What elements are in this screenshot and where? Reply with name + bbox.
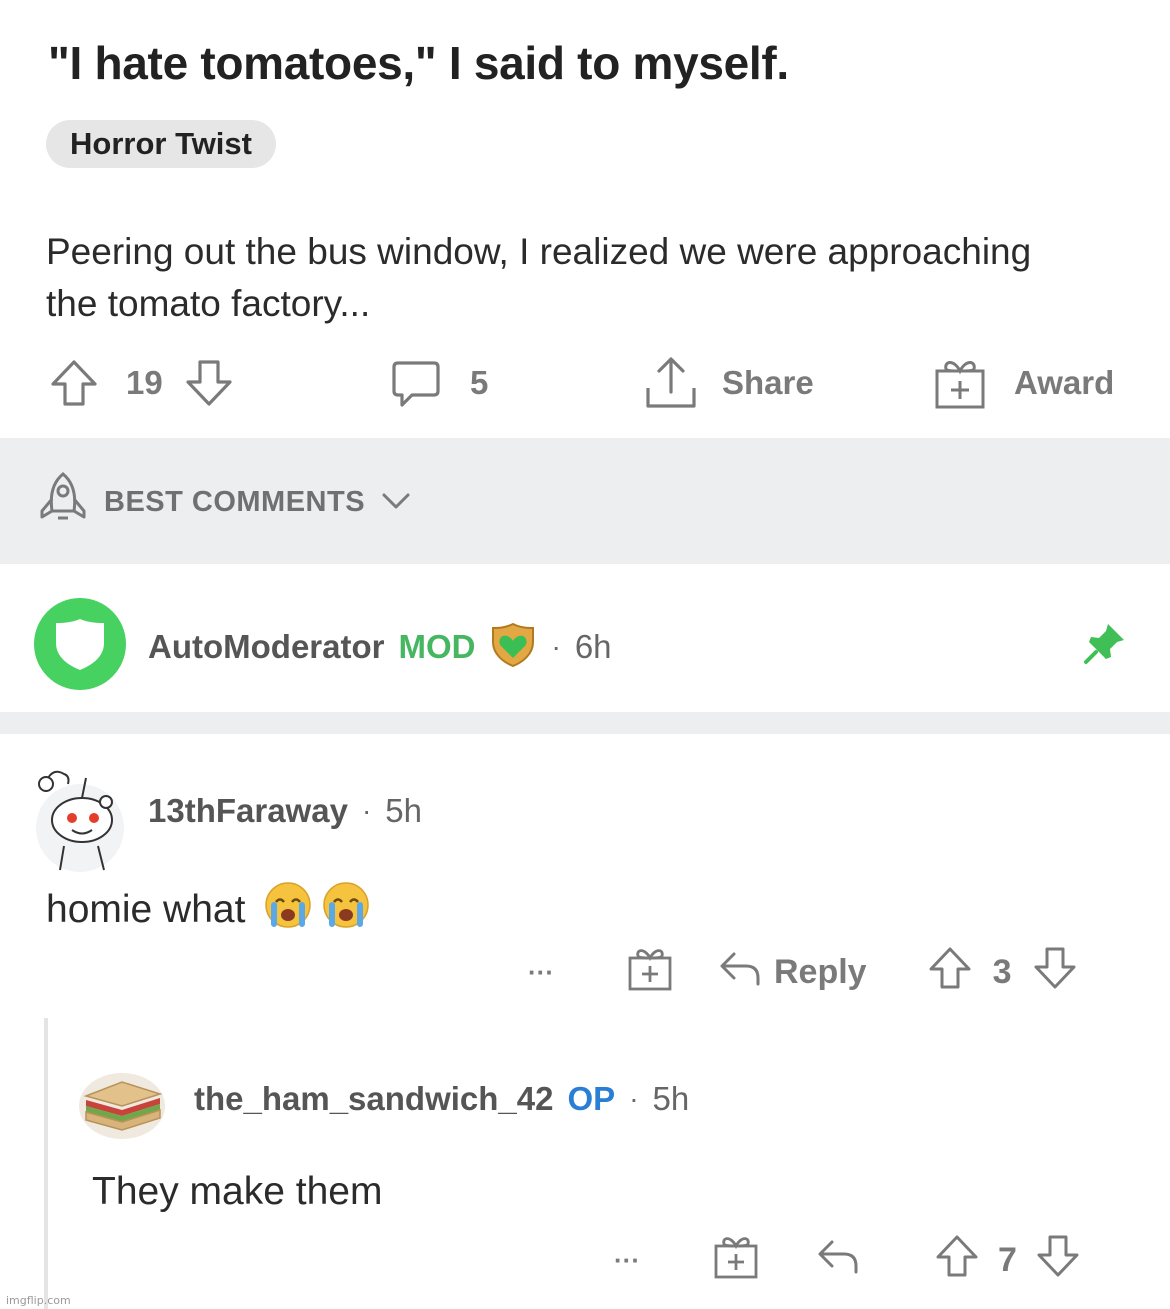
mod-badge-icon — [489, 620, 537, 673]
avatar[interactable] — [78, 1072, 166, 1140]
comment-time: 5h — [652, 1080, 690, 1117]
separator-dot: · — [361, 795, 372, 826]
rocket-icon — [34, 469, 92, 535]
comment-text: They make them — [92, 1170, 383, 1213]
separator-dot: · — [629, 1083, 639, 1114]
gift-icon[interactable] — [626, 944, 674, 1001]
comment-icon — [388, 355, 444, 411]
award-label: Award — [1014, 364, 1115, 401]
username[interactable]: the_ham_sandwich_42 — [194, 1080, 554, 1118]
post-vote-group: 19 — [48, 350, 235, 416]
pin-icon — [1082, 620, 1128, 671]
comment-automoderator[interactable]: AutoModerator MOD · 6h — [0, 564, 1170, 712]
sort-dropdown[interactable]: BEST COMMENTS — [34, 472, 411, 528]
award-button[interactable]: Award — [932, 350, 1114, 416]
reply-icon[interactable] — [816, 1236, 862, 1285]
watermark: imgflip.com — [6, 1294, 71, 1307]
chevron-down-icon — [381, 486, 411, 519]
comment-divider — [0, 712, 1170, 734]
comment-score: 7 — [997, 1240, 1017, 1279]
post-action-bar: 19 5 Share Award — [0, 350, 1170, 416]
avatar[interactable] — [34, 754, 126, 874]
downvote-icon[interactable] — [1032, 945, 1078, 1000]
post-flair[interactable]: Horror Twist — [46, 120, 276, 168]
comment-meta: 13thFaraway · 5h — [148, 792, 422, 830]
avatar[interactable] — [34, 598, 126, 690]
separator-dot: · — [551, 630, 561, 662]
op-tag: OP — [567, 1080, 616, 1117]
mod-tag: MOD — [398, 627, 476, 665]
upvote-icon[interactable] — [934, 1233, 980, 1288]
post-comment-count: 5 — [470, 364, 489, 401]
upvote-icon[interactable] — [48, 357, 100, 409]
comment-meta: the_ham_sandwich_42 OP · 5h — [194, 1080, 689, 1118]
gift-icon[interactable] — [712, 1232, 760, 1289]
sandwich-avatar-icon — [79, 1073, 165, 1139]
share-label: Share — [722, 364, 814, 401]
comment-body: homie what — [46, 880, 371, 940]
post-comments-button[interactable]: 5 — [388, 350, 488, 416]
more-options-button[interactable]: ··· — [528, 957, 554, 988]
post-card: "I hate tomatoes," I said to myself. Hor… — [0, 0, 1170, 438]
more-options-button[interactable]: ··· — [614, 1245, 640, 1276]
comment-body: They make them — [92, 1170, 382, 1214]
comment-13thfaraway[interactable]: 13thFaraway · 5h homie what ··· Reply 3 — [0, 734, 1170, 1014]
crying-face-icon — [321, 880, 371, 940]
downvote-icon[interactable] — [183, 357, 235, 409]
comment-meta: AutoModerator MOD · 6h — [148, 620, 612, 673]
downvote-icon[interactable] — [1035, 1233, 1081, 1288]
comment-action-bar: ··· 7 — [614, 1230, 1081, 1290]
username[interactable]: AutoModerator — [148, 628, 384, 666]
comment-score: 3 — [992, 952, 1012, 991]
sort-label: BEST COMMENTS — [104, 485, 366, 518]
comment-time: 6h — [574, 627, 612, 665]
post-title[interactable]: "I hate tomatoes," I said to myself. — [48, 36, 789, 90]
gift-icon — [932, 355, 988, 411]
comment-time: 5h — [385, 792, 422, 829]
sort-bar: BEST COMMENTS — [0, 438, 1170, 564]
snoo-avatar-icon — [36, 770, 124, 872]
reply-button[interactable]: Reply — [718, 948, 867, 997]
crying-face-icon — [263, 880, 313, 940]
username[interactable]: 13thFaraway — [148, 792, 348, 830]
comment-text: homie what — [46, 888, 246, 931]
shield-icon — [56, 619, 104, 670]
reply-label: Reply — [773, 952, 867, 991]
share-icon — [642, 354, 700, 412]
comment-the-ham-sandwich[interactable]: the_ham_sandwich_42 OP · 5h They make th… — [0, 1050, 1170, 1309]
share-button[interactable]: Share — [642, 350, 814, 416]
post-body: Peering out the bus window, I realized w… — [46, 231, 1032, 324]
comment-action-bar: ··· Reply 3 — [528, 942, 1078, 1002]
upvote-icon[interactable] — [927, 945, 973, 1000]
post-upvote-count: 19 — [126, 364, 163, 401]
reply-icon — [718, 948, 764, 997]
